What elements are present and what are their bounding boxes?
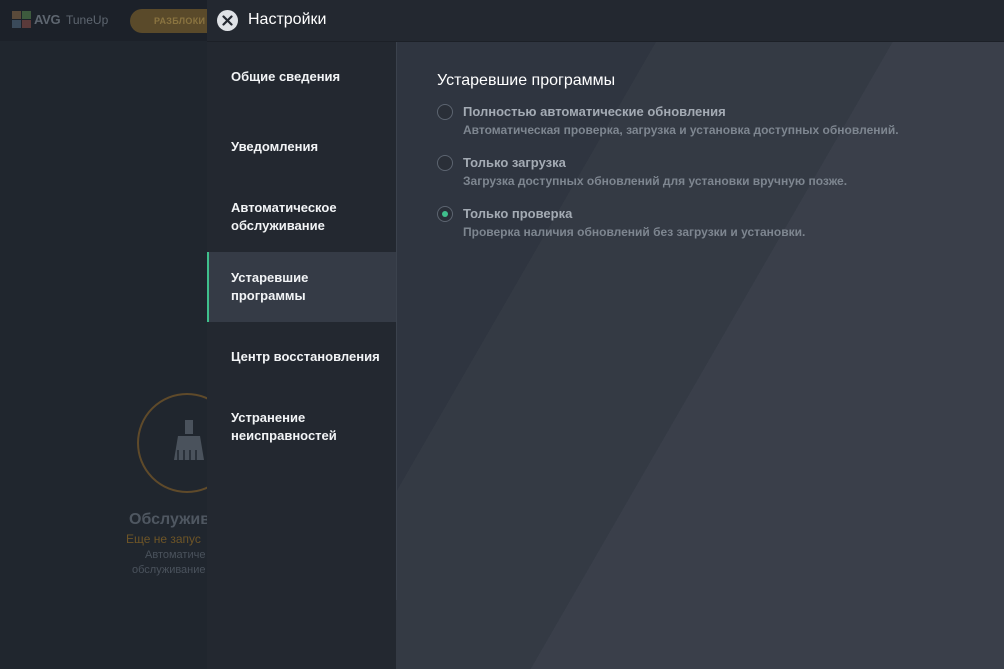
option-label: Только проверка xyxy=(463,206,573,221)
settings-header: Настройки xyxy=(207,0,1004,42)
settings-sidebar: Общие сведения Уведомления Автоматическо… xyxy=(207,42,396,669)
app-brand: AVG xyxy=(34,12,61,27)
radio-button[interactable] xyxy=(437,155,453,171)
nav-item-auto-maintenance[interactable]: Автоматическое обслуживание xyxy=(207,182,396,252)
nav-item-outdated-programs[interactable]: Устаревшие программы xyxy=(207,252,396,322)
option-label: Полностью автоматические обновления xyxy=(463,104,726,119)
nav-item-rescue-center[interactable]: Центр восстановления xyxy=(207,322,396,392)
radio-button-selected[interactable] xyxy=(437,206,453,222)
maintenance-title: Обслужив xyxy=(129,511,211,528)
close-icon xyxy=(222,15,233,26)
option-description: Проверка наличия обновлений без загрузки… xyxy=(463,225,806,239)
nav-item-general[interactable]: Общие сведения xyxy=(207,42,396,112)
maintenance-status: Еще не запус xyxy=(126,532,201,546)
avg-logo-icon xyxy=(12,11,32,29)
nav-item-notifications[interactable]: Уведомления xyxy=(207,112,396,182)
nav-item-troubleshooting[interactable]: Устранение неисправностей xyxy=(207,392,396,462)
maintenance-desc-line1: Автоматиче xyxy=(145,549,206,561)
brush-icon xyxy=(174,420,204,460)
option-description: Загрузка доступных обновлений для устано… xyxy=(463,174,848,188)
option-label: Только загрузка xyxy=(463,155,566,170)
settings-panel: Настройки Общие сведения Уведомления Авт… xyxy=(207,0,1004,669)
option-full-auto[interactable]: Полностью автоматические обновления Авто… xyxy=(437,102,957,146)
close-button[interactable] xyxy=(217,10,238,31)
option-download-only[interactable]: Только загрузка Загрузка доступных обнов… xyxy=(437,153,957,197)
option-description: Автоматическая проверка, загрузка и уста… xyxy=(463,123,899,137)
option-check-only[interactable]: Только проверка Проверка наличия обновле… xyxy=(437,204,957,248)
radio-button[interactable] xyxy=(437,104,453,120)
sidebar-divider xyxy=(396,42,397,600)
app-product-name: TuneUp xyxy=(66,13,109,27)
maintenance-desc-line2: обслуживание xyxy=(132,564,206,576)
section-title: Устаревшие программы xyxy=(437,72,616,89)
settings-title: Настройки xyxy=(248,11,327,28)
